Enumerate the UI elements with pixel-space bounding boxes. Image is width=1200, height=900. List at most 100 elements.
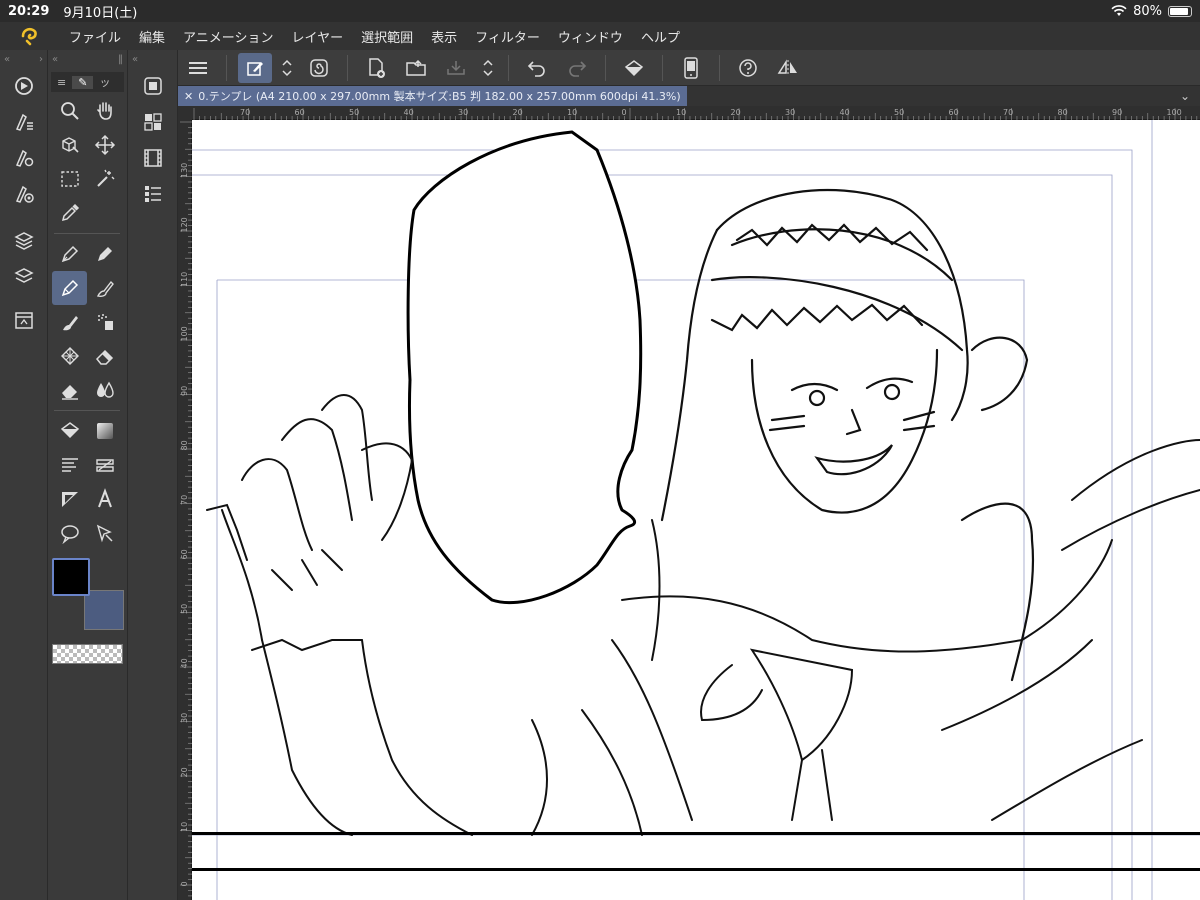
navigator-icon[interactable]	[0, 68, 48, 104]
ruler-tool-icon[interactable]	[87, 448, 122, 482]
menu-filter[interactable]: フィルター	[466, 27, 549, 46]
save-icon[interactable]	[439, 53, 473, 83]
sub-tool-layers-icon[interactable]	[0, 104, 48, 140]
ruler-label: 70	[180, 495, 189, 505]
command-bar	[178, 50, 1200, 86]
pen-icon[interactable]	[52, 237, 87, 271]
status-time: 20:29	[8, 3, 50, 19]
fill-icon[interactable]	[52, 414, 87, 448]
tool-settings-icon[interactable]	[0, 140, 48, 176]
brush-icon[interactable]	[87, 271, 122, 305]
chevron-down-icon[interactable]: ⌄	[1180, 89, 1190, 103]
ruler-label: 50	[180, 604, 189, 614]
sub-tool-icon[interactable]	[128, 68, 178, 104]
ruler-label: 0	[180, 881, 189, 886]
zoom-icon[interactable]	[52, 94, 87, 128]
ruler-label: 70	[1003, 108, 1013, 117]
close-tab-icon[interactable]: ✕	[184, 90, 193, 103]
ruler-ticks-vertical: 1301201101009080706050403020100	[180, 121, 192, 897]
help-companion-icon[interactable]	[731, 53, 765, 83]
brush-size-icon[interactable]	[0, 176, 48, 212]
panel-grip-icon[interactable]: ‖	[118, 54, 123, 65]
move-icon[interactable]	[87, 128, 122, 162]
menu-edit[interactable]: 編集	[130, 27, 174, 46]
eraser-soft-icon[interactable]	[52, 373, 87, 407]
collapse-sub-icon[interactable]: «	[132, 54, 138, 65]
pen-tab[interactable]: ✎	[72, 75, 94, 89]
hamburger-menu-icon[interactable]	[181, 53, 215, 83]
flip-horizontal-icon[interactable]	[771, 53, 805, 83]
menu-help[interactable]: ヘルプ	[632, 27, 689, 46]
up-down-arrows-icon[interactable]	[278, 53, 296, 83]
ruler-label: 110	[180, 272, 189, 287]
decoration-pattern-icon[interactable]	[52, 339, 87, 373]
save-options-arrows-icon[interactable]	[479, 53, 497, 83]
menu-selection[interactable]: 選択範囲	[352, 27, 422, 46]
ruler-label: 20	[180, 767, 189, 777]
color-swatches	[48, 558, 127, 638]
new-document-icon[interactable]	[359, 53, 393, 83]
drawing-canvas[interactable]	[192, 120, 1200, 900]
menu-animation[interactable]: アニメーション	[174, 27, 282, 46]
menu-file[interactable]: ファイル	[60, 27, 130, 46]
ruler-label: 30	[180, 713, 189, 723]
color-set-icon[interactable]	[128, 104, 178, 140]
menu-window[interactable]: ウィンドウ	[549, 27, 632, 46]
fill-bucket-icon[interactable]	[617, 53, 651, 83]
gradient-icon[interactable]	[87, 414, 122, 448]
battery-icon	[1168, 5, 1192, 17]
document-tab-label: 0.テンプレ (A4 210.00 x 297.00mm 製本サイズ:B5 判 …	[198, 90, 681, 103]
pencil-icon[interactable]	[52, 271, 87, 305]
battery-percent: 80%	[1133, 3, 1162, 19]
ruler-label: 10	[180, 822, 189, 832]
hand-icon[interactable]	[87, 94, 122, 128]
airbrush-icon[interactable]	[87, 305, 122, 339]
speech-balloon	[406, 130, 643, 605]
spiral-icon[interactable]	[302, 53, 336, 83]
balloon-icon[interactable]	[52, 516, 87, 550]
frame-border-icon[interactable]	[52, 482, 87, 516]
tool-panel: « ‖ ≡ ✎ ッ	[48, 50, 128, 900]
blend-icon[interactable]	[87, 373, 122, 407]
ruler-label: 0	[622, 108, 627, 117]
other-tab[interactable]: ッ	[93, 74, 116, 90]
eraser-icon[interactable]	[87, 339, 122, 373]
main-color-swatch[interactable]	[52, 558, 90, 596]
object-select-icon[interactable]	[52, 128, 87, 162]
panel-menu-tab[interactable]: ≡	[51, 76, 72, 89]
eyedropper-icon[interactable]	[52, 196, 87, 230]
timeline-icon[interactable]	[128, 140, 178, 176]
collapse-icon[interactable]: «	[52, 54, 58, 65]
ruler-ticks: 70 60 50 40 30 20 10 0 10 20 30 40 50 60 70 80 90 100	[193, 108, 1198, 120]
menu-layer[interactable]: レイヤー	[283, 27, 353, 46]
rectangle-selection-icon[interactable]	[52, 162, 87, 196]
transparent-color-swatch[interactable]	[52, 644, 123, 664]
artwork	[192, 120, 1200, 900]
ruler-label: 90	[180, 386, 189, 396]
menu-view[interactable]: 表示	[422, 27, 466, 46]
text-tool-icon[interactable]	[87, 482, 122, 516]
undo-icon[interactable]	[520, 53, 554, 83]
material-icon[interactable]	[0, 302, 48, 338]
layer-list-icon[interactable]	[128, 176, 178, 212]
watercolor-brush-icon[interactable]	[52, 305, 87, 339]
ruler-label: 20	[731, 108, 741, 117]
marker-icon[interactable]	[87, 237, 122, 271]
magic-wand-icon[interactable]	[87, 162, 122, 196]
layers-icon[interactable]	[0, 258, 48, 294]
collapse-left-icon[interactable]: «	[4, 54, 10, 65]
document-tab[interactable]: ✕ 0.テンプレ (A4 210.00 x 297.00mm 製本サイズ:B5 …	[178, 86, 687, 106]
sub-color-swatch[interactable]	[84, 590, 124, 630]
ruler-label: 40	[404, 108, 414, 117]
open-folder-icon[interactable]	[399, 53, 433, 83]
app-logo-icon[interactable]	[0, 26, 60, 46]
layer-properties-icon[interactable]	[0, 222, 48, 258]
smartphone-icon[interactable]	[674, 53, 708, 83]
redo-icon[interactable]	[560, 53, 594, 83]
correct-line-icon[interactable]	[87, 516, 122, 550]
expand-right-icon[interactable]: ›	[39, 54, 43, 65]
ruler-label: 80	[1058, 108, 1068, 117]
speed-lines-icon[interactable]	[52, 448, 87, 482]
edit-mode-icon[interactable]	[238, 52, 272, 83]
ruler-label: 30	[458, 108, 468, 117]
